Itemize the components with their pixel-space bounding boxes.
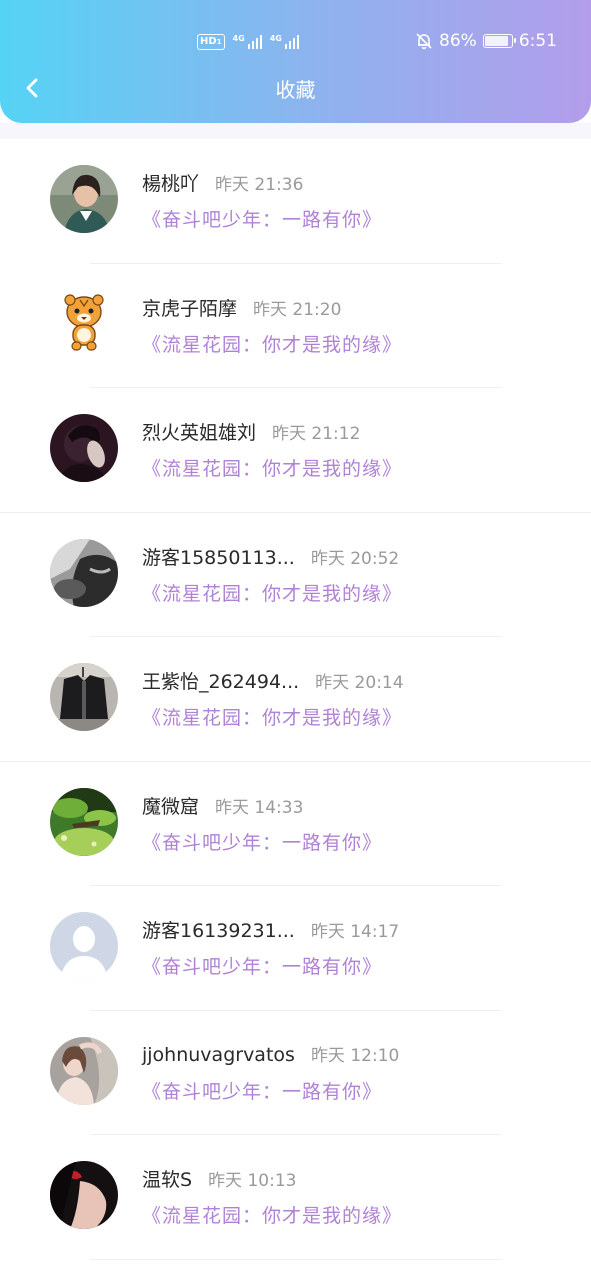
work-title[interactable]: 《流星花园：你才是我的缘》: [142, 330, 402, 357]
photo-jacket-icon: [50, 663, 118, 731]
work-title[interactable]: 《流星花园：你才是我的缘》: [142, 454, 402, 481]
status-right: 86% 6:51: [415, 31, 557, 51]
tiger-icon: [64, 293, 104, 351]
timestamp: 昨天 21:36: [215, 175, 304, 195]
list-item[interactable]: 烈火英姐雄刘 昨天 21:12 《流星花园：你才是我的缘》: [0, 388, 591, 513]
photo-lips-icon: [50, 1161, 118, 1229]
timestamp: 昨天 12:10: [310, 1045, 400, 1066]
avatar[interactable]: [50, 1036, 118, 1105]
username[interactable]: jjohnuvagrvatos: [142, 1044, 295, 1066]
username[interactable]: 温软S: [142, 1165, 192, 1192]
work-title[interactable]: 《奋斗吧少年：一路有你》: [142, 1077, 382, 1104]
battery-icon: [482, 34, 516, 48]
avatar[interactable]: [50, 289, 118, 358]
list-item[interactable]: 京虎子陌摩 昨天 21:20 《流星花园：你才是我的缘》: [0, 264, 591, 388]
work-title[interactable]: 《奋斗吧少年：一路有你》: [142, 952, 382, 979]
work-title[interactable]: 《流星花园：你才是我的缘》: [142, 703, 402, 730]
signal-2-icon: 4G: [270, 35, 299, 49]
avatar[interactable]: [50, 663, 118, 731]
default-user-icon: [50, 912, 118, 980]
timestamp: 昨天 20:52: [310, 548, 400, 569]
hd-icon: HD1: [197, 34, 225, 50]
photo-girl-icon: [50, 165, 118, 233]
list-item[interactable]: 王紫怡_262494... 昨天 20:14 《流星花园：你才是我的缘》: [0, 637, 591, 762]
divider: [90, 1258, 501, 1260]
avatar[interactable]: [50, 414, 118, 482]
list-item[interactable]: 魔微窟 昨天 14:33 《奋斗吧少年：一路有你》: [0, 762, 591, 886]
username[interactable]: 魔微窟: [142, 792, 199, 819]
username[interactable]: 游客16139231...: [142, 916, 295, 943]
photo-woman-icon: [50, 1036, 118, 1105]
timestamp: 昨天 14:17: [310, 922, 400, 942]
photo-gray-icon: [50, 538, 118, 607]
username[interactable]: 烈火英姐雄刘: [142, 418, 256, 445]
signal-group: HD1 4G 4G: [197, 34, 299, 50]
battery-percent: 86%: [439, 31, 477, 51]
work-title[interactable]: 《流星花园：你才是我的缘》: [142, 579, 402, 606]
timestamp: 昨天 21:12: [272, 424, 361, 444]
timestamp: 昨天 14:33: [215, 797, 304, 818]
username[interactable]: 京虎子陌摩: [142, 294, 237, 321]
avatar[interactable]: [50, 538, 118, 607]
timestamp: 昨天 10:13: [208, 1171, 297, 1191]
page-title: 收藏: [275, 78, 316, 102]
work-title[interactable]: 《奋斗吧少年：一路有你》: [142, 205, 382, 232]
list-item[interactable]: jjohnuvagrvatos 昨天 12:10 《奋斗吧少年：一路有你》: [0, 1011, 591, 1135]
list-item[interactable]: 游客15850113... 昨天 20:52 《流星花园：你才是我的缘》: [0, 513, 591, 637]
avatar[interactable]: [50, 912, 118, 980]
photo-aquarium-icon: [50, 787, 118, 856]
favorites-list: 楊桃吖 昨天 21:36 《奋斗吧少年：一路有你》 京虎子陌摩 昨天 21:20…: [0, 139, 591, 1260]
list-item[interactable]: 游客16139231... 昨天 14:17 《奋斗吧少年：一路有你》: [0, 886, 591, 1011]
signal-1-icon: 4G: [233, 35, 262, 49]
username[interactable]: 王紫怡_262494...: [142, 667, 299, 694]
avatar[interactable]: [50, 787, 118, 856]
avatar[interactable]: [50, 165, 118, 233]
clock: 6:51: [518, 31, 557, 51]
username[interactable]: 楊桃吖: [142, 169, 199, 196]
status-bar: HD1 4G 4G 86% 6:51: [0, 28, 591, 60]
mute-bell-icon: [416, 33, 432, 50]
timestamp: 昨天 20:14: [315, 673, 404, 693]
list-item[interactable]: 温软S 昨天 10:13 《流星花园：你才是我的缘》: [0, 1135, 591, 1260]
username[interactable]: 游客15850113...: [142, 543, 295, 570]
list-item[interactable]: 楊桃吖 昨天 21:36 《奋斗吧少年：一路有你》: [0, 139, 591, 264]
timestamp: 昨天 21:20: [253, 299, 342, 320]
header-separator: [0, 123, 591, 139]
avatar[interactable]: [50, 1161, 118, 1229]
work-title[interactable]: 《奋斗吧少年：一路有你》: [142, 828, 382, 855]
work-title[interactable]: 《流星花园：你才是我的缘》: [142, 1201, 402, 1228]
header-bar: HD1 4G 4G 86% 6:51 收藏: [0, 0, 591, 123]
photo-dark-icon: [50, 414, 118, 482]
